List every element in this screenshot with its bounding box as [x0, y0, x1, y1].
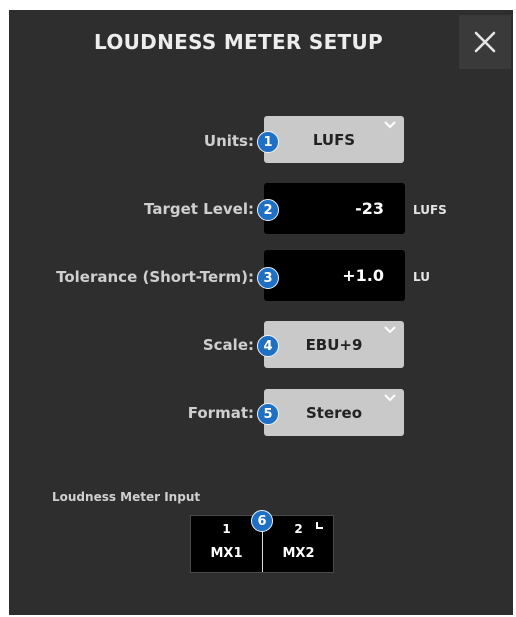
- tolerance-unit: LU: [413, 270, 430, 284]
- tolerance-input[interactable]: +1.0: [264, 250, 405, 301]
- chevron-down-icon: [384, 394, 396, 402]
- callout-badge-3: 3: [257, 267, 279, 289]
- callout-badge-5: 5: [257, 403, 279, 425]
- format-dropdown[interactable]: Stereo: [264, 389, 404, 436]
- channel-name: MX2: [282, 546, 315, 561]
- scale-value: EBU+9: [305, 335, 363, 354]
- link-corner-icon: [316, 522, 323, 529]
- units-value: LUFS: [312, 130, 356, 149]
- callout-badge-6: 6: [251, 510, 273, 532]
- scale-dropdown[interactable]: EBU+9: [264, 321, 404, 368]
- tolerance-label: Tolerance (Short-Term):: [56, 268, 254, 286]
- target-level-unit: LUFS: [413, 203, 447, 217]
- tolerance-value: +1.0: [342, 266, 384, 285]
- callout-badge-4: 4: [257, 335, 279, 357]
- channel-number: 2: [294, 522, 303, 536]
- chevron-down-icon: [384, 326, 396, 334]
- callout-badge-2: 2: [257, 199, 279, 221]
- format-value: Stereo: [305, 403, 363, 422]
- loudness-meter-input-label: Loudness Meter Input: [52, 490, 201, 504]
- callout-leader-line: [262, 526, 263, 572]
- format-label: Format:: [187, 404, 254, 422]
- close-button[interactable]: [459, 15, 511, 69]
- channel-name: MX1: [210, 546, 243, 561]
- close-x-icon: [474, 31, 496, 53]
- target-level-value: -23: [355, 199, 384, 218]
- units-label: Units:: [203, 132, 254, 150]
- input-channel-2[interactable]: 2 MX2: [263, 516, 334, 572]
- target-level-input[interactable]: -23: [264, 183, 405, 234]
- target-level-label: Target Level:: [144, 200, 254, 218]
- callout-badge-1: 1: [257, 131, 279, 153]
- dialog-title: LOUDNESS METER SETUP: [94, 30, 383, 54]
- chevron-down-icon: [384, 121, 396, 129]
- scale-label: Scale:: [202, 336, 254, 354]
- units-dropdown[interactable]: LUFS: [264, 116, 404, 163]
